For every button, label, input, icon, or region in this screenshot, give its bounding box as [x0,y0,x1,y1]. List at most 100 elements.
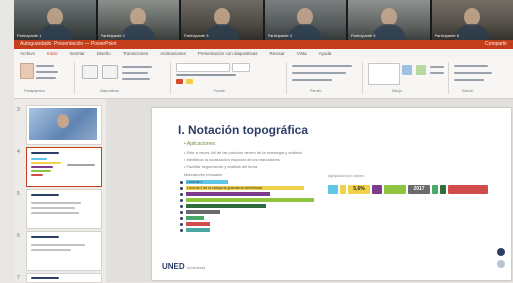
color-token[interactable] [448,185,488,194]
cut-button[interactable] [36,65,54,67]
participant-video[interactable]: Participante 1 [14,0,96,40]
bar-label: Lexema 1 [187,180,202,184]
thumbnail-token-row [67,164,95,166]
color-token[interactable] [384,185,406,194]
color-bar-yellow[interactable]: Lexema 2 de la categoría gramatical iden… [186,186,304,190]
color-token[interactable] [432,185,438,194]
bullet-icon [180,199,183,202]
slide[interactable]: I. Notación topográfica • Aplicaciones: … [152,108,511,280]
list-buttons-row[interactable] [292,65,352,67]
slide-thumbnail-selected[interactable] [26,147,102,187]
tab-ayuda[interactable]: Ayuda [313,49,338,58]
drawing-group: Dibujo [366,61,446,95]
color-bar-gray[interactable] [186,210,220,214]
window-title: Presentación — PowerPoint [54,41,117,47]
participant-video[interactable]: Participante 3 [181,0,263,40]
tab-insertar[interactable]: Insertar [64,49,91,58]
bullet-icon [180,187,183,190]
slide-thumbnail[interactable] [26,105,102,145]
slide-title[interactable]: I. Notación topográfica [178,123,308,137]
tab-presentacion[interactable]: Presentación con diapositivas [192,49,264,58]
slide-nav-dot[interactable] [497,248,505,256]
color-bar-cyan[interactable]: Lexema 1 [186,180,228,184]
font-color-icon[interactable] [176,79,183,84]
tab-vista[interactable]: Vista [291,49,313,58]
color-token-year[interactable]: 2017 [408,185,430,194]
align-buttons-row[interactable] [292,72,346,74]
shape-fill-button[interactable] [430,66,444,68]
thumbnail-text-line [31,207,75,209]
participant-video[interactable]: Participante 4 [265,0,347,40]
slide-text-line[interactable]: • Identificar la localización espacial d… [184,157,280,162]
thumbnail-number: 6 [17,233,20,239]
video-strip: Participante 1 Participante 2 Participan… [14,0,513,40]
slide-thumbnail[interactable] [26,231,102,271]
paste-icon[interactable] [20,63,34,79]
copy-button[interactable] [36,71,58,73]
color-bar-green[interactable] [186,216,204,220]
new-slide-icon[interactable] [82,65,98,79]
color-token[interactable] [328,185,338,194]
participant-name: Participante 3 [184,33,260,38]
thumbnail-person [57,114,69,128]
layout-button[interactable] [122,66,152,68]
color-bar-purple[interactable] [186,192,270,196]
tab-inicio[interactable]: Inicio [41,49,64,59]
participant-video[interactable]: Participante 6 [432,0,513,40]
slide-text-line[interactable]: • Este a veces útil de las posicion dent… [184,150,302,155]
color-bar-darkgreen[interactable] [186,204,266,208]
slide-thumbnails: 3 4 5 6 7 [14,99,106,282]
clipboard-group: Portapapeles [18,61,72,95]
color-token[interactable] [372,185,382,194]
color-bar-teal[interactable] [186,228,210,232]
share-button[interactable]: Compartir [485,41,507,47]
thumbnail-number: 4 [17,149,20,155]
participant-video[interactable]: Participante 5 [348,0,430,40]
format-painter-button[interactable] [36,77,56,79]
group-label-clipboard: Portapapeles [24,89,45,93]
bar-label: Lexema 2 de la categoría gramatical iden… [187,186,262,190]
color-bar-lime[interactable] [186,198,314,202]
tab-animaciones[interactable]: Animaciones [154,49,192,58]
replace-button[interactable] [454,72,492,74]
reset-button[interactable] [122,72,148,74]
direction-buttons-row[interactable] [292,79,332,81]
bullet-icon [180,223,183,226]
marker-list-label[interactable]: Marcadores textuales [184,172,222,177]
tab-archivo[interactable]: Archivo [14,49,41,58]
thumbnail-number: 7 [17,275,20,281]
find-button[interactable] [454,65,488,67]
font-family-select[interactable] [176,63,230,72]
slide-nav-dot[interactable] [497,260,505,268]
arrange-icon[interactable] [402,65,412,75]
tokens-caption[interactable]: Agrupación por colores [328,174,364,178]
shapes-gallery[interactable] [368,63,400,85]
reuse-slides-icon[interactable] [102,65,118,79]
slide-subtitle[interactable]: • Aplicaciones: [184,141,216,147]
color-token[interactable] [340,185,346,194]
ribbon-divider [74,62,75,94]
tab-transiciones[interactable]: Transiciones [117,49,154,58]
select-button[interactable] [454,79,484,81]
participant-video[interactable]: Participante 2 [98,0,180,40]
color-bar-red[interactable] [186,222,210,226]
bullet-icon [180,181,183,184]
section-button[interactable] [122,78,150,80]
thumbnail-text-line [31,249,71,251]
shape-outline-button[interactable] [430,72,444,74]
color-token[interactable] [440,185,446,194]
slide-text-line[interactable]: • Facilitar seguimiento y análisis del t… [184,164,257,169]
ribbon-divider [286,62,287,94]
screen: Participante 1 Participante 2 Participan… [0,0,513,282]
tab-revisar[interactable]: Revisar [263,49,290,58]
highlight-color-icon[interactable] [186,79,193,84]
autosave-label[interactable]: Autoguardado [20,41,51,47]
thumbnail-text-line [31,212,79,214]
font-size-select[interactable] [232,63,250,72]
format-buttons-row[interactable] [176,74,236,76]
color-token-percent[interactable]: 5,6% [348,185,370,194]
participant-name: Participante 6 [435,33,511,38]
slide-thumbnail[interactable] [26,189,102,229]
quick-styles-icon[interactable] [416,65,426,75]
tab-diseno[interactable]: Diseño [91,49,117,58]
